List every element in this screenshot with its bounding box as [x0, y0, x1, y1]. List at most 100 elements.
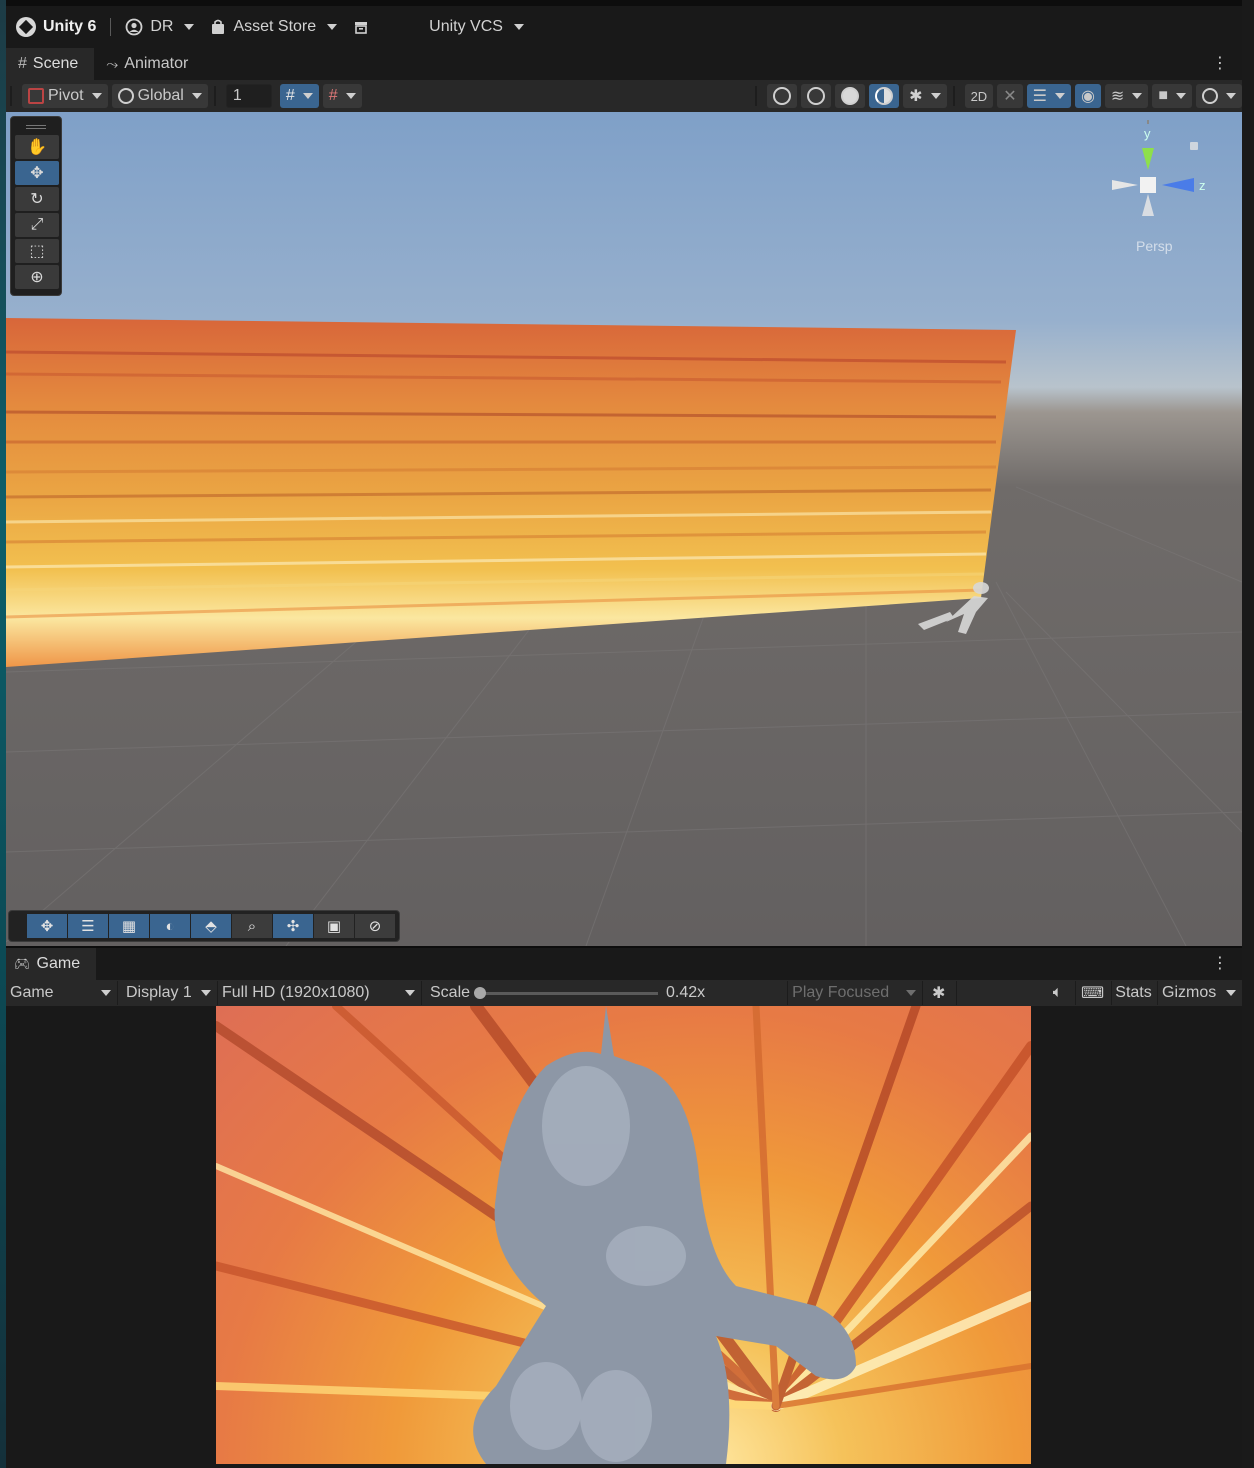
divider — [213, 86, 216, 106]
gizmos-dropdown[interactable] — [1196, 84, 1242, 108]
sliders-overlay-icon[interactable]: ☰ — [68, 914, 108, 938]
chevron-down-icon — [201, 990, 211, 996]
stats-button[interactable]: Stats — [1112, 981, 1158, 1005]
effects-dropdown[interactable]: ☰ — [1026, 84, 1071, 108]
game-view-area — [6, 1006, 1242, 1468]
grid-overlay-icon[interactable]: ▦ — [109, 914, 149, 938]
palette-grip[interactable] — [15, 121, 57, 133]
debug-draw-dropdown[interactable]: ✱ — [903, 84, 947, 108]
camera-icon: ■ — [1158, 87, 1168, 104]
compass-overlay-icon[interactable]: ⊘ — [355, 914, 395, 938]
grid-visibility-dropdown[interactable]: # — [322, 84, 362, 108]
pivot-label: Pivot — [48, 87, 84, 104]
animator-icon: ⤳ — [106, 55, 119, 73]
unlit-button[interactable] — [869, 84, 900, 108]
lighting-overlay-icon[interactable]: ◐ — [150, 914, 190, 938]
display-dropdown[interactable]: Display 1 — [118, 981, 218, 1005]
unity-vcs-label: Unity VCS — [429, 18, 503, 35]
grid-snap-icon: # — [285, 87, 295, 104]
unity-vcs-dropdown[interactable]: Unity VCS — [421, 12, 532, 42]
grid-snap-toggle[interactable]: # — [279, 84, 319, 108]
gizmos-dropdown[interactable]: Gizmos — [1158, 981, 1242, 1005]
scale-slider-knob[interactable] — [474, 986, 487, 999]
2d-toggle[interactable]: 2D — [964, 84, 994, 108]
unity-menu[interactable]: Unity 6 — [6, 12, 104, 42]
chevron-down-icon — [302, 93, 313, 99]
axis-gizmo-icon — [1112, 120, 1198, 216]
game-mode-dropdown[interactable]: Game — [6, 981, 118, 1005]
keyboard-shortcuts-button[interactable]: ⌨ — [1076, 981, 1112, 1005]
chevron-down-icon — [513, 24, 524, 30]
package-manager-button[interactable] — [345, 12, 377, 42]
scale-slider[interactable] — [474, 986, 659, 999]
lighting-toggle[interactable]: ✕ — [997, 84, 1023, 108]
2d-icon: 2D — [970, 88, 988, 104]
game-view[interactable] — [216, 1006, 1031, 1464]
scale-label: Scale — [430, 984, 471, 1001]
play-focused-dropdown[interactable]: Play Focused — [787, 981, 924, 1005]
account-dropdown[interactable]: DR — [117, 12, 202, 42]
tab-scene[interactable]: # Scene — [6, 48, 95, 80]
gizmo-z-label: z — [1199, 178, 1206, 193]
move-tool-icon[interactable]: ✥ — [15, 161, 59, 185]
move-overlay-icon[interactable]: ✥ — [27, 914, 67, 938]
game-toolbar: Game Display 1 Full HD (1920x1080) Scale… — [6, 980, 1242, 1006]
mute-audio-button[interactable]: 🔈︎ — [1042, 981, 1076, 1005]
pivot-overlay-icon[interactable]: ✣ — [273, 914, 313, 938]
tab-animator[interactable]: ⤳ Animator — [94, 48, 204, 80]
layers-dropdown[interactable]: ≋ — [1104, 84, 1149, 108]
navmesh-overlay-icon[interactable]: ⬘ — [191, 914, 231, 938]
scale-tool-icon[interactable]: ⤢ — [15, 213, 59, 237]
stats-label: Stats — [1115, 984, 1152, 1001]
hand-tool-icon[interactable]: ✋ — [15, 135, 59, 159]
wireframe-button[interactable] — [767, 84, 798, 108]
scene-tab-bar: # Scene ⤳ Animator ⋮ — [6, 48, 1242, 80]
grid-size-value: 1 — [232, 87, 242, 104]
shaded-button[interactable] — [835, 84, 866, 108]
lighting-icon: ✕ — [1003, 88, 1017, 105]
transform-tool-icon[interactable]: ⊕ — [15, 265, 59, 289]
pivot-dropdown[interactable]: Pivot — [22, 84, 108, 108]
account-icon — [125, 18, 143, 36]
grid-size-input[interactable]: 1 — [225, 84, 272, 108]
rect-tool-icon[interactable]: ⬚ — [15, 239, 59, 263]
orientation-gizmo[interactable]: y z Persp — [1112, 118, 1222, 258]
search-icon[interactable]: ⌕ — [232, 914, 272, 938]
bug-icon: ✱ — [909, 88, 923, 105]
camera-dropdown[interactable]: ■ — [1152, 84, 1192, 108]
shaded-wireframe-button[interactable] — [801, 84, 832, 108]
scene-visibility-toggle[interactable]: ◉ — [1074, 84, 1101, 108]
shaded-wireframe-icon — [807, 87, 826, 105]
tab-scene-label: Scene — [32, 55, 79, 72]
game-mode-label: Game — [10, 984, 54, 1001]
shaded-icon — [841, 87, 860, 105]
chevron-down-icon — [345, 93, 356, 99]
resolution-label: Full HD (1920x1080) — [222, 984, 370, 1001]
play-focused-label: Play Focused — [792, 984, 890, 1001]
more-options-icon[interactable]: ⋮ — [1212, 956, 1228, 972]
global-dropdown[interactable]: Global — [111, 84, 208, 108]
more-options-icon[interactable]: ⋮ — [1212, 56, 1228, 72]
camera-overlay-icon[interactable]: ▣ — [314, 914, 354, 938]
chevron-down-icon — [930, 93, 941, 99]
pivot-icon — [28, 88, 44, 104]
asset-store-dropdown[interactable]: Asset Store — [202, 12, 345, 42]
bag-icon — [212, 19, 225, 34]
tab-game[interactable]: 🎮︎ Game — [6, 948, 97, 980]
bug-icon: ✱ — [931, 985, 946, 1002]
gizmo-icon — [1202, 88, 1218, 104]
projection-label[interactable]: Persp — [1136, 238, 1173, 254]
resolution-dropdown[interactable]: Full HD (1920x1080) — [218, 981, 422, 1005]
game-tab-bar: 🎮︎ Game ⋮ — [6, 948, 1242, 980]
chevron-down-icon — [1176, 93, 1186, 99]
asset-store-label: Asset Store — [233, 18, 317, 35]
chevron-down-icon — [91, 93, 102, 99]
scene-viewport[interactable]: ✋ ✥ ↻ ⤢ ⬚ ⊕ y z Persp ✥ ☰ ▦ ◐ ⬘ ⌕ ✣ ▣ ⊘ — [6, 112, 1242, 946]
chevron-down-icon — [191, 93, 202, 99]
frame-debugger-button[interactable]: ✱ — [923, 981, 958, 1005]
unity-version-label: Unity 6 — [43, 18, 97, 35]
divider — [755, 86, 758, 106]
grid-visibility-icon: # — [328, 87, 338, 104]
rotate-tool-icon[interactable]: ↻ — [15, 187, 59, 211]
tab-animator-label: Animator — [124, 55, 189, 72]
